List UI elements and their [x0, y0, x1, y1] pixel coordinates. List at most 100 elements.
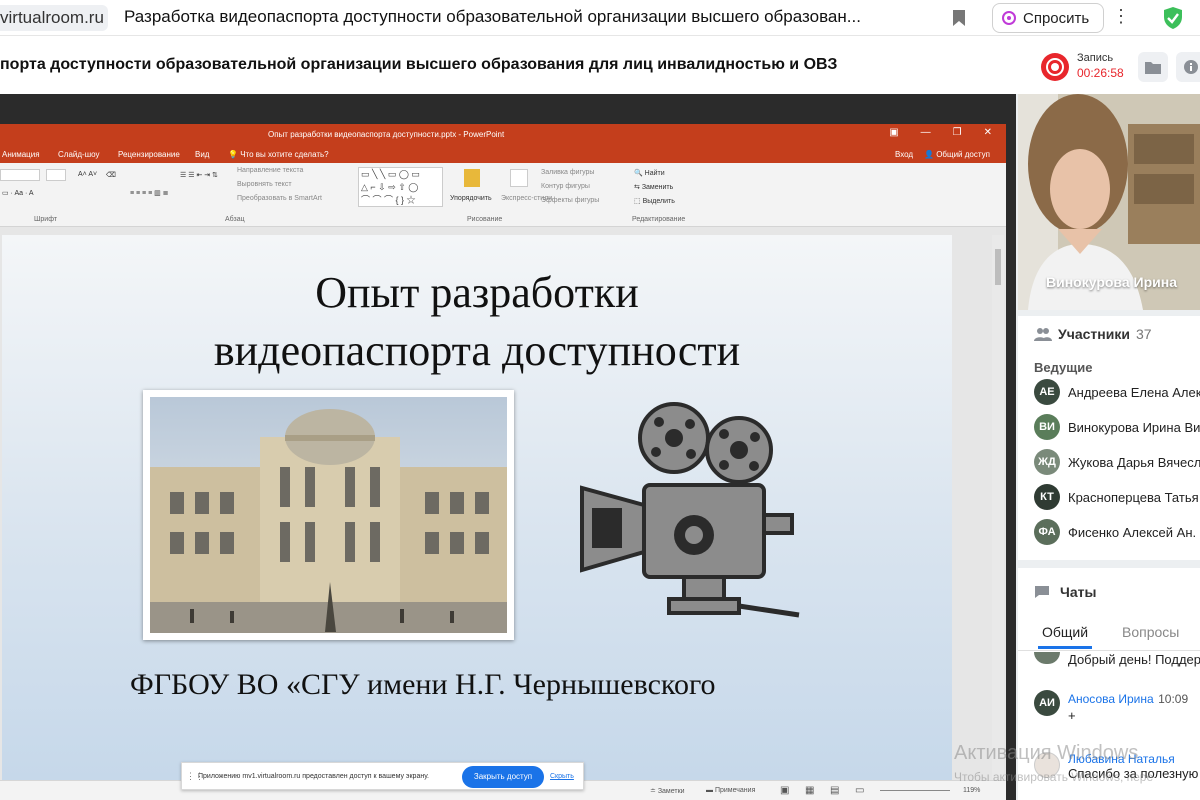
find-button[interactable]: 🔍 Найти: [634, 169, 665, 177]
select-button[interactable]: ⬚ Выделить: [634, 197, 675, 205]
folder-button[interactable]: [1138, 52, 1168, 82]
record-timer: 00:26:58: [1077, 66, 1124, 80]
chat-divider: [1018, 650, 1200, 651]
select-label: Выделить: [642, 198, 675, 205]
arrange-button[interactable]: Упорядочить: [450, 195, 492, 202]
participants-count: 37: [1135, 326, 1152, 342]
notes-label: Заметки: [657, 788, 685, 795]
login-link[interactable]: Вход: [895, 150, 913, 159]
shield-icon[interactable]: [1162, 6, 1184, 30]
zoom-level[interactable]: 119%: [963, 787, 980, 794]
tab-view[interactable]: Вид: [195, 150, 209, 159]
chat-header[interactable]: Чаты: [1034, 584, 1096, 600]
slide-title-line2: видеопаспорта доступности: [213, 326, 741, 375]
participant-name: Красноперцева Татья: [1068, 489, 1199, 505]
participant-row[interactable]: АЕ Андреева Елена Алек: [1034, 378, 1200, 406]
participant-row[interactable]: ВИ Винокурова Ирина Ви: [1034, 413, 1200, 441]
info-button[interactable]: [1176, 52, 1200, 82]
comments-button[interactable]: ▬ Примечания: [706, 787, 755, 794]
tab-slideshow[interactable]: Слайд-шоу: [58, 150, 99, 159]
align-text-button[interactable]: Выровнять текст: [237, 181, 292, 188]
powerpoint-window: Опыт разработки видеопаспорта доступност…: [0, 124, 1006, 800]
windows-activation-title: Активация Windows: [954, 742, 1139, 764]
participant-row[interactable]: КТ Красноперцева Татья: [1034, 483, 1200, 511]
record-icon[interactable]: [1041, 53, 1069, 81]
participant-name: Андреева Елена Алек: [1068, 384, 1200, 400]
zoom-slider[interactable]: [880, 790, 950, 791]
tab-questions[interactable]: Вопросы: [1122, 624, 1179, 640]
ppt-window-title: Опыт разработки видеопаспорта доступност…: [268, 130, 505, 139]
list-icons[interactable]: ☰ ☰ ⇤ ⇥ ⇅: [180, 171, 218, 179]
avatar: АИ: [1034, 690, 1060, 716]
close-icon[interactable]: ✕: [984, 127, 992, 138]
align-icons[interactable]: ≡ ≡ ≡ ≡ ▥ ≣: [130, 189, 169, 197]
view-normal-icon[interactable]: ▣: [780, 785, 789, 796]
clear-format-icon[interactable]: ⌫: [106, 171, 116, 179]
avatar: ЖД: [1034, 449, 1060, 475]
shapes-gallery[interactable]: ▭ ╲ ╲ ▭ ◯ ▭ △ ⌐ ⇩ ⇨ ⇧ ◯ ⌒ ⌒ ⌒ { } ☆: [358, 167, 443, 207]
right-panel: Винокурова Ирина Участники 37 Ведущие АЕ…: [1016, 94, 1200, 800]
participant-row[interactable]: ЖД Жукова Дарья Вячесл: [1034, 448, 1200, 476]
font-color-icon[interactable]: ▭ · Aa · A: [2, 189, 34, 197]
replace-button[interactable]: ⇆ Заменить: [634, 183, 673, 191]
participants-panel: Участники 37 Ведущие АЕ Андреева Елена А…: [1018, 316, 1200, 560]
shape-fill-button[interactable]: Заливка фигуры: [541, 169, 594, 176]
ppt-ribbon: A˄ A˅ ⌫ ▭ · Aa · A ☰ ☰ ⇤ ⇥ ⇅ ≡ ≡ ≡ ≡ ▥ ≣…: [0, 163, 1006, 227]
minimize-icon[interactable]: —: [921, 127, 931, 138]
chat-author[interactable]: Аносова Ирина: [1068, 692, 1154, 706]
restore-icon[interactable]: ❐: [953, 127, 962, 138]
find-label: Найти: [644, 170, 665, 177]
tell-me-search[interactable]: 💡 Что вы хотите сделать?: [228, 150, 329, 159]
hosts-label: Ведущие: [1034, 360, 1093, 375]
stop-sharing-button[interactable]: Закрыть доступ: [462, 766, 544, 788]
view-reading-icon[interactable]: ▤: [830, 785, 839, 796]
tab-review[interactable]: Рецензирование: [118, 150, 180, 159]
font-size-box[interactable]: [46, 169, 66, 181]
folder-icon: [1145, 61, 1161, 74]
view-slideshow-icon[interactable]: ▭: [855, 785, 864, 796]
avatar: КТ: [1034, 484, 1060, 510]
chat-time: 10:09: [1158, 692, 1189, 706]
more-menu-icon[interactable]: ⋮: [1112, 6, 1130, 27]
participants-label: Участники: [1058, 326, 1130, 342]
font-name-box[interactable]: [0, 169, 40, 181]
info-icon: [1184, 60, 1198, 74]
hide-banner-link[interactable]: Скрыть: [550, 773, 574, 780]
grow-font-icon[interactable]: A˄ A˅: [78, 171, 97, 178]
slide-organization-text: ФГБОУ ВО «СГУ имени Н.Г. Чернышевского: [130, 668, 716, 701]
participant-row[interactable]: ФА Фисенко Алексей Ан.: [1034, 518, 1200, 546]
participant-name: Фисенко Алексей Ан.: [1068, 524, 1197, 540]
ask-icon: [1002, 11, 1016, 25]
participants-header[interactable]: Участники 37: [1034, 326, 1152, 342]
tab-title: Разработка видеопаспорта доступности обр…: [124, 7, 861, 26]
tab-general-chat[interactable]: Общий: [1038, 624, 1092, 649]
avatar: АЕ: [1034, 379, 1060, 405]
smartart-button[interactable]: Преобразовать в SmartArt: [237, 195, 322, 202]
bookmark-icon[interactable]: [952, 9, 966, 27]
group-editing-label: Редактирование: [632, 216, 686, 223]
chat-icon: [1035, 586, 1049, 598]
notes-button[interactable]: ≐ Заметки: [650, 787, 685, 795]
chat-message-text: +: [1068, 708, 1076, 723]
record-label: Запись: [1077, 52, 1114, 64]
slide[interactable]: Опыт разработки видеопаспорта доступност…: [2, 235, 952, 780]
meeting-header: порта доступности образовательной органи…: [0, 36, 1200, 94]
quick-styles-icon: [510, 169, 528, 187]
ribbon-display-icon[interactable]: ▣: [889, 127, 898, 138]
window-controls: ▣ — ❐ ✕: [889, 127, 992, 138]
browser-bar: virtualroom.ru Разработка видеопаспорта …: [0, 0, 1200, 36]
tab-animation[interactable]: Анимация: [2, 150, 40, 159]
building-image: [150, 397, 507, 633]
address-bar[interactable]: virtualroom.ru: [0, 5, 108, 31]
slide-scrollbar[interactable]: [992, 235, 1004, 780]
ppt-ribbon-tabs: Анимация Слайд-шоу Рецензирование Вид 💡 …: [0, 144, 1006, 163]
view-sorter-icon[interactable]: ▦: [805, 785, 814, 796]
shape-effects-button[interactable]: Эффекты фигуры: [541, 197, 599, 204]
ask-button[interactable]: Спросить: [992, 3, 1104, 33]
avatar: [1034, 652, 1060, 664]
video-tile[interactable]: Винокурова Ирина: [1018, 94, 1200, 310]
text-direction-button[interactable]: Направление текста: [237, 167, 303, 174]
shape-outline-button[interactable]: Контур фигуры: [541, 183, 590, 190]
chat-message: Добрый день! Поддер: [1034, 652, 1200, 667]
share-link[interactable]: 👤 Общий доступ: [924, 150, 990, 159]
